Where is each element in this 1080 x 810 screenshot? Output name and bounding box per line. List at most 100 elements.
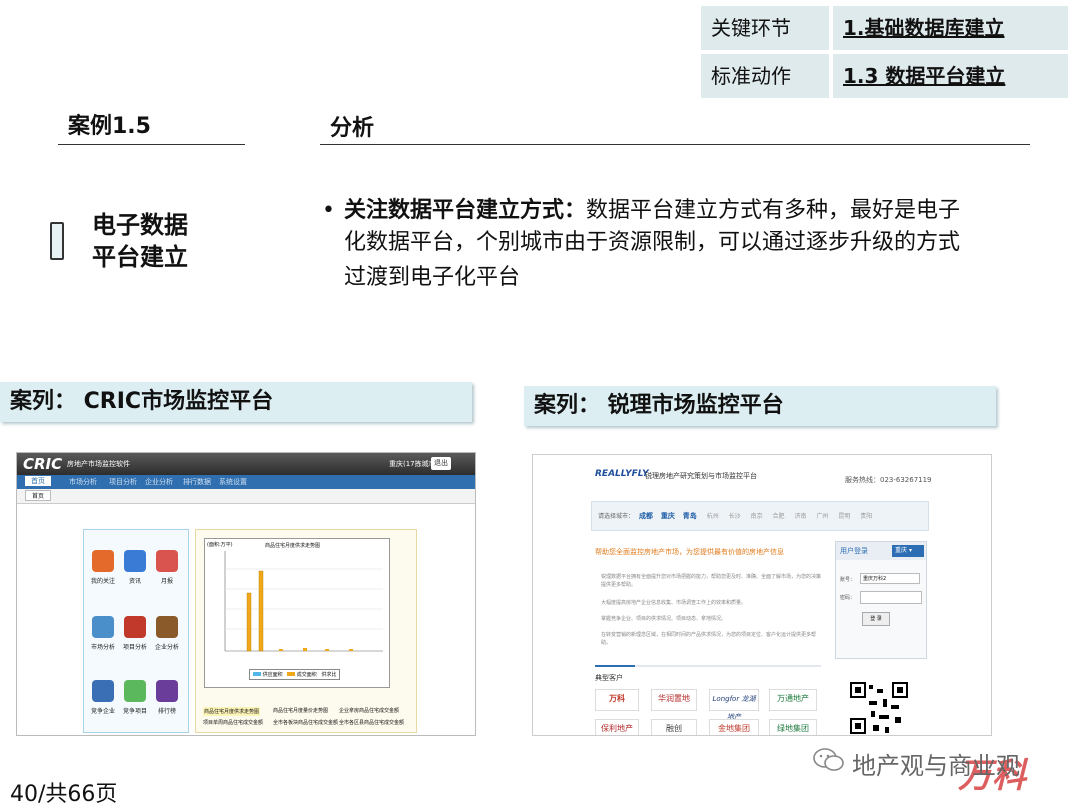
rly-login-button[interactable]: 登 录 bbox=[862, 612, 890, 626]
info-row2-value: 1.3 数据平台建立 bbox=[833, 54, 1068, 98]
cric-app-tile-4[interactable] bbox=[124, 616, 146, 638]
rly-city-4[interactable]: 长沙 bbox=[729, 513, 741, 520]
case2-banner: 案列： 锐理市场监控平台 bbox=[524, 386, 996, 426]
rly-city-5[interactable]: 南京 bbox=[751, 513, 763, 520]
legend-deal-swatch bbox=[287, 672, 296, 676]
cric-nav: 首页 市场分析 项目分析 企业分析 排行数据 系统设置 bbox=[17, 475, 475, 489]
rly-client-0: 万科 bbox=[595, 689, 639, 711]
cric-app-tile-6[interactable] bbox=[92, 680, 114, 702]
cric-link-5[interactable]: 全市各区县商品住宅成交金额 bbox=[339, 719, 404, 726]
rly-login-city-select[interactable]: 重庆 ▾ bbox=[892, 545, 924, 557]
rly-login-city: 重庆 bbox=[895, 547, 908, 554]
rly-divider bbox=[595, 665, 821, 667]
cric-link-2[interactable]: 企业拿房商品住宅成交金额 bbox=[339, 707, 399, 714]
cric-chart-legend: 供应面积 成交面积 供求比 bbox=[249, 669, 341, 680]
bullet-line2: 化数据平台，个别城市由于资源限制，可以通过逐步升级的方式 bbox=[344, 230, 961, 255]
cric-exit-button[interactable]: 退出 bbox=[431, 457, 451, 470]
cric-app-label-3: 市场分析 bbox=[90, 644, 115, 651]
info-row2-label: 标准动作 bbox=[701, 54, 829, 98]
legend-supply-swatch bbox=[253, 672, 261, 676]
bullet-bold: 关注数据平台建立方式： bbox=[344, 198, 587, 223]
topic-marker-icon bbox=[50, 222, 64, 260]
cric-app-tile-0[interactable] bbox=[92, 550, 114, 572]
cric-app-label-0: 我的关注 bbox=[90, 578, 115, 585]
cric-app-label-6: 竞争企业 bbox=[90, 708, 115, 715]
cric-link-1[interactable]: 商品住宅月度量价走势图 bbox=[273, 707, 328, 714]
cric-app-tile-7[interactable] bbox=[124, 680, 146, 702]
cric-app-label-5: 企业分析 bbox=[154, 644, 179, 651]
rly-desc-2: 掌握竞争企业、项目的供求情况、项目动态、拿地情况。 bbox=[601, 616, 727, 622]
rly-client-3: 万通地产 bbox=[769, 689, 817, 711]
rly-account-label: 账号： bbox=[840, 577, 856, 583]
rly-title: 锐理房地产研究策划与市场监控平台 bbox=[645, 472, 757, 480]
legend-ratio: 供求比 bbox=[321, 672, 337, 678]
watermark-text: 地产观与商业观 bbox=[852, 752, 1020, 780]
rly-client-2: Longfor 龙湖地产 bbox=[709, 689, 759, 721]
info-row2-value-text: 1.3 数据平台建立 bbox=[843, 64, 1006, 88]
cric-link-4[interactable]: 全市各板块商品住宅成交金额 bbox=[273, 719, 338, 726]
rly-client-7: 绿地集团 bbox=[769, 719, 817, 735]
rly-password-input[interactable] bbox=[860, 591, 922, 604]
legend-deal: 成交面积 bbox=[296, 672, 317, 678]
qr-code-icon bbox=[849, 681, 909, 735]
rly-headline: 帮助您全面监控房地产市场，为您提供最有价值的房地产信息 bbox=[595, 548, 784, 556]
rly-logo: REALLYFLY bbox=[595, 469, 649, 479]
rly-city-9[interactable]: 昆明 bbox=[838, 513, 850, 520]
cric-app-tile-3[interactable] bbox=[92, 616, 114, 638]
rly-login-title: 用户登录 bbox=[840, 547, 868, 555]
topic-line1: 电子数据 bbox=[92, 211, 188, 239]
cric-app-tile-1[interactable] bbox=[124, 550, 146, 572]
left-header-rule bbox=[58, 144, 245, 145]
cric-nav-item-0[interactable]: 首页 bbox=[25, 476, 51, 486]
rly-city-3[interactable]: 杭州 bbox=[707, 513, 719, 520]
reallyfly-screenshot: REALLYFLY 锐理房地产研究策划与市场监控平台 服务热线：023-6326… bbox=[532, 454, 992, 736]
cric-link-0[interactable]: 商品住宅月度供求走势图 bbox=[203, 707, 261, 716]
cric-chart-panel: (面积:万平) 商品住宅月度供求走势图 供应面积 成交面积 供求比 bbox=[195, 529, 417, 733]
chevron-down-icon: ▾ bbox=[908, 547, 912, 554]
cric-nav-item-5[interactable]: 系统设置 bbox=[219, 477, 247, 487]
cric-link-3[interactable]: 项目单周商品住宅成交金额 bbox=[203, 719, 263, 726]
rly-city-1[interactable]: 重庆 bbox=[661, 512, 675, 520]
right-header: 分析 bbox=[330, 116, 375, 141]
cric-nav-item-1[interactable]: 市场分析 bbox=[69, 477, 97, 487]
rly-account-input[interactable]: 重庆万科2 bbox=[860, 573, 920, 584]
case1-banner: 案列： CRIC市场监控平台 bbox=[0, 382, 472, 422]
rly-city-label: 请选择城市： bbox=[598, 513, 635, 520]
wechat-icon bbox=[813, 748, 844, 771]
cric-tab[interactable]: 首页 bbox=[25, 490, 52, 501]
legend-supply: 供应面积 bbox=[262, 672, 283, 678]
cric-app-tile-2[interactable] bbox=[156, 550, 178, 572]
rly-client-6: 金地集团 bbox=[709, 719, 759, 735]
rly-city-7[interactable]: 济南 bbox=[794, 513, 806, 520]
cric-app-tile-5[interactable] bbox=[156, 616, 178, 638]
rly-city-10[interactable]: 贵阳 bbox=[860, 513, 872, 520]
cric-app-panel: 我的关注 资讯 月报 市场分析 项目分析 企业分析 竞争企业 竞争项目 排行榜 bbox=[83, 529, 189, 733]
rly-city-0[interactable]: 成都 bbox=[639, 512, 653, 520]
left-header: 案例1.5 bbox=[68, 114, 151, 139]
rly-client-1: 华润置地 bbox=[651, 689, 697, 711]
topic-line2: 平台建立 bbox=[92, 243, 188, 271]
rly-city-2[interactable]: 青岛 bbox=[683, 512, 697, 520]
cric-logo: CRIC bbox=[23, 455, 63, 473]
page-number: 40/共66页 bbox=[10, 782, 118, 807]
cric-screenshot: CRIC 房地产市场监控软件 重庆(17拣城市) 退出 首页 市场分析 项目分析… bbox=[16, 452, 476, 736]
cric-nav-item-3[interactable]: 企业分析 bbox=[145, 477, 173, 487]
cric-nav-item-2[interactable]: 项目分析 bbox=[109, 477, 137, 487]
cric-app-tile-8[interactable] bbox=[156, 680, 178, 702]
rly-city-6[interactable]: 合肥 bbox=[773, 513, 785, 520]
cric-titlebar: CRIC 房地产市场监控软件 重庆(17拣城市) 退出 bbox=[17, 453, 475, 475]
rly-client-5: 融创 bbox=[651, 719, 697, 735]
rly-clients-title: 典型客户 bbox=[595, 674, 623, 682]
cric-app-label-8: 排行榜 bbox=[157, 708, 176, 715]
info-row1-value: 1.基础数据库建立 bbox=[833, 6, 1068, 50]
rly-city-bar: 请选择城市： 成都 重庆 青岛 杭州 长沙 南京 合肥 济南 广州 昆明 贵阳 bbox=[591, 501, 929, 531]
cric-app-label-1: 资讯 bbox=[128, 578, 141, 585]
cric-app-label-4: 项目分析 bbox=[122, 644, 147, 651]
rly-city-8[interactable]: 广州 bbox=[816, 513, 828, 520]
cric-chart-box: (面积:万平) 商品住宅月度供求走势图 供应面积 成交面积 供求比 bbox=[204, 538, 390, 688]
rly-desc-0: 锐理数据平台拥有全面提升您对市场把握的能力，帮助您更及时、准确、全面了解市场，为… bbox=[601, 574, 822, 588]
rly-password-label: 密码： bbox=[840, 595, 856, 601]
cric-nav-item-4[interactable]: 排行数据 bbox=[183, 477, 211, 487]
info-row1-value-text: 1.基础数据库建立 bbox=[843, 16, 1005, 40]
rly-login-box: 用户登录 重庆 ▾ 账号： 重庆万科2 密码： 登 录 bbox=[835, 541, 927, 659]
